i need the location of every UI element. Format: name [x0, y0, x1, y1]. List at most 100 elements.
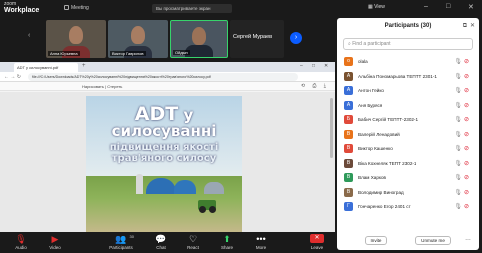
- chevron-left-icon[interactable]: ‹: [28, 32, 30, 39]
- share-screen-icon: ⬆: [223, 234, 231, 244]
- participant-row[interactable]: А Альбіна Пономарьова ТЕПТТ 2301-1 🎙⊘: [337, 70, 479, 85]
- video-strip: ‹ Анна Юрьевна Виктор Гаврилов Ойдын Сер…: [0, 18, 335, 60]
- browser-tab-bar: ADT у силосуванні.pdf + – □ ✕: [0, 62, 335, 72]
- more-button[interactable]: ••• More: [244, 234, 278, 250]
- leave-label: Leave: [310, 245, 324, 250]
- participant-name: Влам Харков: [358, 175, 386, 180]
- participant-status-icons: 🎙⊘: [454, 145, 471, 152]
- meeting-toolbar: 🎙 Audio ▶ Video 👥 30 Participants 💬 Chat…: [0, 232, 335, 253]
- participant-name: Антон Гейко: [358, 88, 384, 93]
- react-button[interactable]: ♡ React: [176, 234, 210, 250]
- minimize-icon[interactable]: –: [300, 63, 303, 69]
- barn-shape: [204, 182, 224, 194]
- maximize-icon[interactable]: □: [312, 63, 315, 69]
- meeting-info-button[interactable]: Meeting: [64, 5, 89, 11]
- participant-row[interactable]: В Валерій Ленадовий 🎙⊘: [337, 128, 479, 143]
- mic-muted-icon: 🎙: [454, 117, 464, 123]
- unmute-me-button[interactable]: Unmute me: [415, 236, 451, 245]
- close-panel-icon[interactable]: ✕: [470, 18, 475, 34]
- browser-tab[interactable]: ADT у силосуванні.pdf: [14, 63, 78, 72]
- participant-row[interactable]: А Антон Гейко 🎙⊘: [337, 84, 479, 99]
- browser-nav-icons[interactable]: ← → ↻: [4, 74, 21, 80]
- participant-search-input[interactable]: ⌕ Find a participant: [343, 38, 473, 50]
- participant-avatar: А: [344, 86, 353, 95]
- chevron-right-icon[interactable]: ›: [290, 32, 302, 44]
- camera-off-icon: ⊘: [463, 59, 471, 65]
- leave-button[interactable]: ✕ Leave: [305, 234, 329, 250]
- camera-off-icon: ⊘: [463, 146, 471, 152]
- close-icon[interactable]: ✕: [324, 63, 328, 69]
- camera-off-icon: ⊘: [463, 117, 471, 123]
- participants-panel-footer: Invite Unmute me …: [337, 236, 479, 250]
- participant-avatar: Б: [344, 115, 353, 124]
- invite-button[interactable]: Invite: [365, 236, 387, 245]
- participant-row[interactable]: Г Гончаренко Егор 2401 ст 🎙⊘: [337, 200, 479, 215]
- camera-off-icon: ⊘: [463, 175, 471, 181]
- audio-label: Audio: [15, 245, 27, 250]
- minimize-icon[interactable]: –: [424, 3, 428, 10]
- participant-status-icons: 🎙⊘: [454, 116, 471, 123]
- tractor-shape: [198, 200, 216, 213]
- chat-icon: 💬: [155, 234, 167, 244]
- new-tab-icon[interactable]: +: [82, 63, 86, 69]
- participant-row[interactable]: В Виктор Кашенко 🎙⊘: [337, 142, 479, 157]
- video-tile[interactable]: Анна Юрьевна: [46, 20, 106, 58]
- more-options-icon[interactable]: …: [465, 236, 471, 242]
- pdf-draw-tools[interactable]: Нарисовать | Стереть: [82, 84, 122, 89]
- mic-muted-icon: 🎙: [15, 234, 27, 244]
- video-tile-name: Анна Юрьевна: [48, 51, 80, 56]
- camera-off-icon: ⊘: [463, 160, 471, 167]
- view-label: View: [374, 4, 385, 10]
- participants-panel-header: Participants (30) ⧉ ✕: [337, 18, 479, 34]
- barn-shape: [174, 180, 196, 194]
- participant-row[interactable]: Б Бабич Сергій ТЕПТТ-2302-1 🎙⊘: [337, 113, 479, 128]
- camera-off-icon: ⊘: [463, 73, 471, 80]
- close-icon[interactable]: ✕: [468, 3, 474, 11]
- popout-icon[interactable]: ⧉: [463, 18, 467, 34]
- camera-off-icon: ⊘: [463, 88, 471, 94]
- meeting-label: Meeting: [71, 5, 89, 11]
- shared-screen: ADT у силосуванні.pdf + – □ ✕ ← → ↻ file…: [0, 62, 335, 232]
- mic-muted-icon: 🎙: [454, 131, 464, 138]
- wheel-shape: [199, 206, 206, 213]
- participant-list: o olala 🎙⊘ А Альбіна Пономарьова ТЕПТТ 2301-…: [337, 55, 479, 215]
- chat-button[interactable]: 💬 Chat: [144, 234, 178, 250]
- pdf-title-block: ADT у силосуванні підвищення якості трав…: [86, 105, 242, 165]
- video-tile-name: Сергей Мураев: [233, 34, 273, 40]
- share-button[interactable]: ⬆ Share: [210, 234, 244, 250]
- video-tile-active-speaker[interactable]: Ойдын: [170, 20, 228, 58]
- participant-avatar: В: [344, 144, 353, 153]
- participant-row[interactable]: В Влам Харков 🎙⊘: [337, 171, 479, 186]
- video-tile[interactable]: Виктор Гаврилов: [108, 20, 168, 58]
- video-button[interactable]: ▶ Video: [38, 234, 72, 250]
- video-tile-no-camera[interactable]: Сергей Мураев: [230, 20, 284, 58]
- participants-count: 30: [129, 234, 134, 239]
- participant-row[interactable]: В Володимир Виноград 🎙⊘: [337, 186, 479, 201]
- pdf-action-icons[interactable]: ⟲ ⎙ ⤓: [301, 83, 329, 89]
- participant-name: Валерій Ленадовий: [358, 131, 400, 137]
- participants-panel: Participants (30) ⧉ ✕ ⌕ Find a participa…: [337, 18, 479, 250]
- mic-muted-icon: 🎙: [454, 189, 464, 196]
- participant-row[interactable]: А Аня Буряся 🎙⊘: [337, 99, 479, 114]
- participants-button[interactable]: 👥 30 Participants: [104, 234, 138, 250]
- participant-name: Альбіна Пономарьова ТЕПТТ 2301-1: [358, 73, 437, 79]
- audio-button[interactable]: 🎙 Audio: [4, 234, 38, 250]
- zoom-logo: zoom Workplace: [4, 1, 39, 15]
- participant-row[interactable]: В Віка Кохнеляк ТЕПТ 2302-1 🎙⊘: [337, 157, 479, 172]
- mic-muted-icon: 🎙: [454, 102, 464, 109]
- view-button[interactable]: ▦ View: [368, 4, 385, 10]
- maximize-icon[interactable]: □: [446, 3, 450, 10]
- react-label: React: [187, 245, 199, 250]
- url-field[interactable]: file:///C:/Users/Downloads/ADT%20у%20сил…: [28, 73, 298, 81]
- participant-status-icons: 🎙⊘: [454, 131, 471, 138]
- wheel-shape: [209, 206, 216, 213]
- screen-share-banner[interactable]: Вы просматриваете экран: [152, 4, 232, 13]
- search-placeholder: Find a participant: [352, 41, 391, 47]
- share-label: Share: [220, 245, 233, 250]
- logo-line2: Workplace: [4, 7, 40, 14]
- pdf-scrollbar[interactable]: [330, 98, 333, 158]
- mic-muted-icon: 🎙: [454, 204, 464, 210]
- participant-row[interactable]: o olala 🎙⊘: [337, 55, 479, 70]
- participant-face: [192, 27, 206, 45]
- pdf-page: ADT у силосуванні підвищення якості трав…: [86, 96, 242, 232]
